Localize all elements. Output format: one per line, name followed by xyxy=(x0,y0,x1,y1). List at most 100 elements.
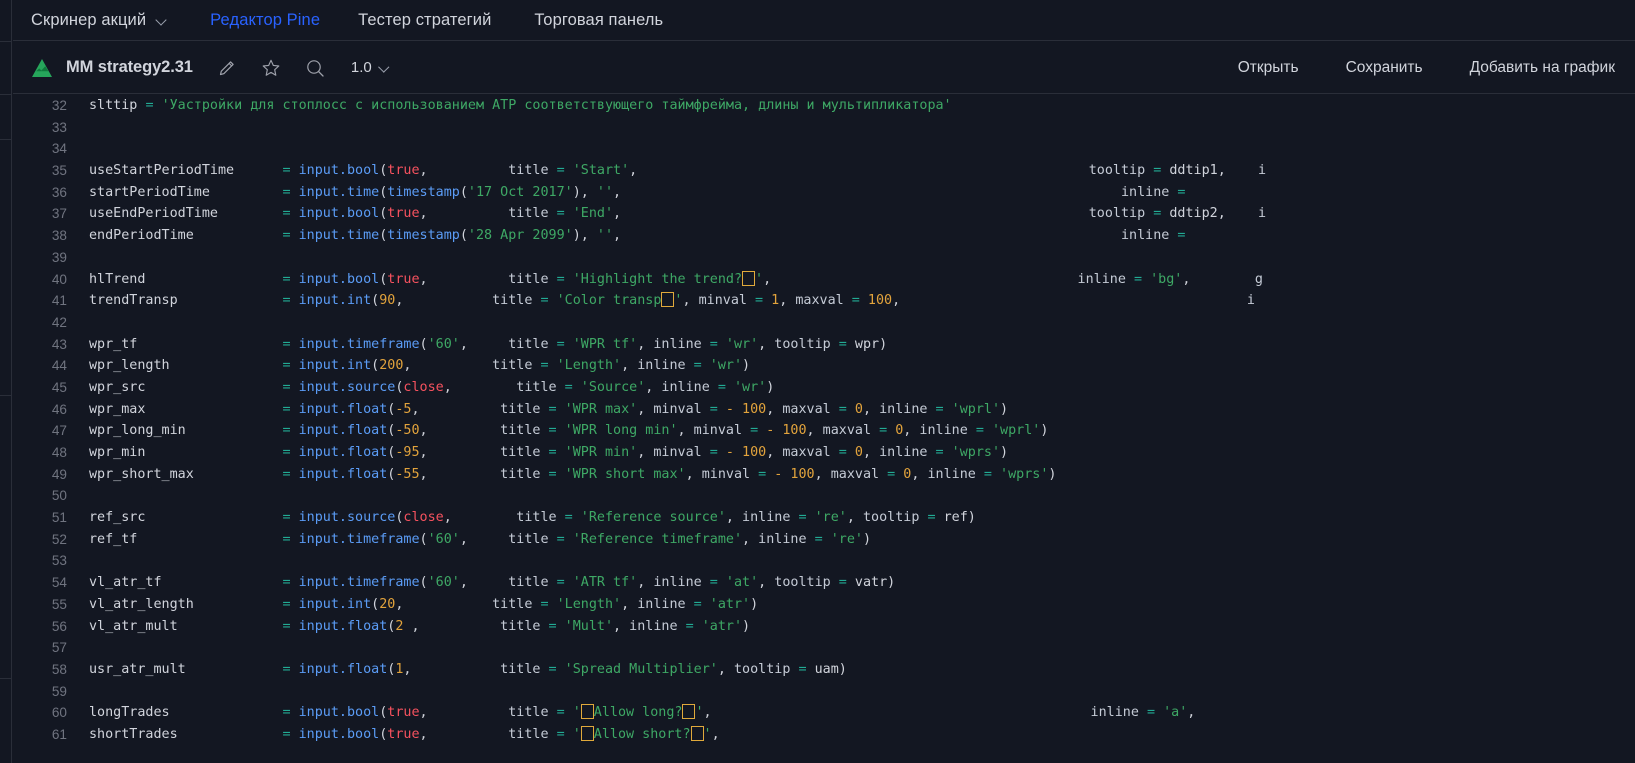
token-op: = xyxy=(282,163,291,179)
line-number: 45 xyxy=(51,379,67,395)
token-pn: , xyxy=(637,401,654,417)
open-button[interactable]: Открыть xyxy=(1238,59,1299,77)
code-line[interactable]: 48 wpr_min = input.float(-95, title = 'WP… xyxy=(13,442,1635,464)
version-selector[interactable]: 1.0 xyxy=(351,59,390,76)
token-pn: , xyxy=(419,726,509,742)
chevron-down-icon[interactable] xyxy=(157,15,168,26)
token-id: vatr xyxy=(846,575,888,591)
token-param: title xyxy=(508,336,557,352)
token-pn xyxy=(557,402,565,417)
tab-trading-panel[interactable]: Торговая панель xyxy=(534,0,663,41)
token-param: inline xyxy=(1077,271,1134,287)
token-op: = xyxy=(935,445,944,460)
token-str: Allow long? xyxy=(593,705,683,721)
code-line[interactable]: 35 useStartPeriodTime = input.bool(true, … xyxy=(13,160,1635,182)
code-line[interactable]: 59 xyxy=(13,681,1635,703)
code-editor[interactable]: 32 slttip = 'Уастройки для стоплосс с исп… xyxy=(13,95,1635,763)
tab-pine-editor[interactable]: Редактор Pine xyxy=(210,0,320,41)
token-op: = xyxy=(282,293,291,309)
token-str: 'Length' xyxy=(556,596,622,612)
missing-glyph-box xyxy=(682,704,696,720)
missing-glyph-box xyxy=(742,270,756,286)
token-kw: true xyxy=(387,163,420,179)
tab-strategy-tester[interactable]: Тестер стратегий xyxy=(358,0,491,41)
code-line[interactable]: 51 ref_src = input.source(close, title = … xyxy=(13,507,1635,529)
token-param: maxval xyxy=(782,445,839,460)
tradingview-mountain-logo xyxy=(32,58,52,77)
tab-stock-screener[interactable]: Скринер акций xyxy=(31,0,168,41)
code-line[interactable]: 41 trendTransp = input.int(90, title = 'C… xyxy=(13,290,1635,312)
rail-divider xyxy=(0,94,12,95)
token-op: = xyxy=(145,98,154,113)
code-text: ref_tf = input.timeframe('60', title = '… xyxy=(89,529,1635,551)
token-pn: , xyxy=(613,228,1121,244)
save-button[interactable]: Сохранить xyxy=(1346,59,1423,77)
token-op: = xyxy=(282,510,291,526)
code-line[interactable]: 50 xyxy=(13,485,1635,507)
code-line[interactable]: 32 slttip = 'Уастройки для стоплосс с исп… xyxy=(13,95,1635,117)
tab-label: Редактор Pine xyxy=(210,10,321,29)
token-pn: , xyxy=(459,575,509,591)
code-line[interactable]: 39 xyxy=(13,247,1635,269)
line-number: 46 xyxy=(51,401,67,417)
code-text: shortTrades = input.bool(true, title = '… xyxy=(89,724,1635,746)
token-pn: , xyxy=(758,336,775,352)
token-param: inline xyxy=(661,379,718,395)
token-param: title xyxy=(508,271,557,287)
token-fn: input.bool xyxy=(290,726,380,742)
code-text: wpr_short_max = input.float(-55, title =… xyxy=(89,464,1635,486)
code-line[interactable]: 44 wpr_length = input.int(200, title = 'L… xyxy=(13,355,1635,377)
token-pn xyxy=(694,619,702,634)
line-number: 44 xyxy=(51,358,67,374)
add-to-chart-button[interactable]: Добавить на график xyxy=(1470,59,1615,77)
code-line[interactable]: 49 wpr_short_max = input.float(-55, title… xyxy=(13,464,1635,486)
code-text: wpr_max = input.float(-5, title = 'WPR m… xyxy=(89,399,1635,421)
code-line[interactable]: 46 wpr_max = input.float(-5, title = 'WPR… xyxy=(13,399,1635,421)
token-op: = xyxy=(548,661,557,677)
pencil-icon[interactable] xyxy=(217,58,237,78)
line-number: 33 xyxy=(51,119,67,135)
code-line[interactable]: 40 hlTrend = input.bool(true, title = 'Hi… xyxy=(13,269,1635,291)
code-line[interactable]: 34 xyxy=(13,138,1635,160)
code-line[interactable]: 42 xyxy=(13,312,1635,334)
token-pn: , xyxy=(613,184,1121,200)
token-param: inline xyxy=(919,423,976,439)
code-line[interactable]: 61 shortTrades = input.bool(true, title =… xyxy=(13,724,1635,746)
search-icon[interactable] xyxy=(305,58,325,78)
code-line[interactable]: 37 useEndPeriodTime = input.bool(true, ti… xyxy=(13,203,1635,225)
code-text: usr_atr_mult = input.float(1, title = 'S… xyxy=(89,659,1635,681)
code-line[interactable]: 45 wpr_src = input.source(close, title = … xyxy=(13,377,1635,399)
token-pn: , xyxy=(411,401,501,417)
code-line[interactable]: 52 ref_tf = input.timeframe('60', title =… xyxy=(13,529,1635,551)
token-num: -50 xyxy=(395,423,420,439)
code-line[interactable]: 55 vl_atr_length = input.int(20, title = … xyxy=(13,594,1635,616)
token-str: 'End' xyxy=(572,206,614,222)
code-line[interactable]: 33 xyxy=(13,117,1635,139)
token-param: title xyxy=(508,575,557,591)
tab-label: Торговая панель xyxy=(534,10,664,29)
code-line[interactable]: 53 xyxy=(13,550,1635,572)
code-line[interactable]: 58 usr_atr_mult = input.float(1, title = … xyxy=(13,659,1635,681)
code-line[interactable]: 36 startPeriodTime = input.time (timestamp… xyxy=(13,182,1635,204)
code-line[interactable]: 54 vl_atr_tf = input.timeframe('60', titl… xyxy=(13,572,1635,594)
token-param: inline xyxy=(629,618,686,634)
code-line[interactable]: 60 longTrades = input.bool(true, title = … xyxy=(13,702,1635,724)
token-pn: , xyxy=(758,575,775,591)
token-op: = xyxy=(282,466,291,482)
token-pn xyxy=(944,402,952,417)
code-line[interactable]: 47 wpr_long_min = input.float(-50, title … xyxy=(13,420,1635,442)
code-line[interactable]: 57 xyxy=(13,637,1635,659)
token-pn: ( xyxy=(459,184,468,200)
token-pn: , xyxy=(903,423,920,439)
token-pn: , xyxy=(911,466,928,482)
token-op: = xyxy=(282,618,291,634)
code-line[interactable]: 38 endPeriodTime = input.time(timestamp('… xyxy=(13,225,1635,247)
token-num: - 100 xyxy=(717,445,767,460)
token-op: = xyxy=(709,336,718,352)
code-line[interactable]: 56 vl_atr_mult = input.float(2 , title = … xyxy=(13,616,1635,638)
code-line[interactable]: 43 wpr_tf = input.timeframe('60', title =… xyxy=(13,334,1635,356)
token-var: slttip xyxy=(89,98,146,113)
star-icon[interactable] xyxy=(261,58,281,78)
token-pn xyxy=(718,575,726,590)
code-lines-container[interactable]: 32 slttip = 'Уастройки для стоплосс с исп… xyxy=(13,95,1635,746)
